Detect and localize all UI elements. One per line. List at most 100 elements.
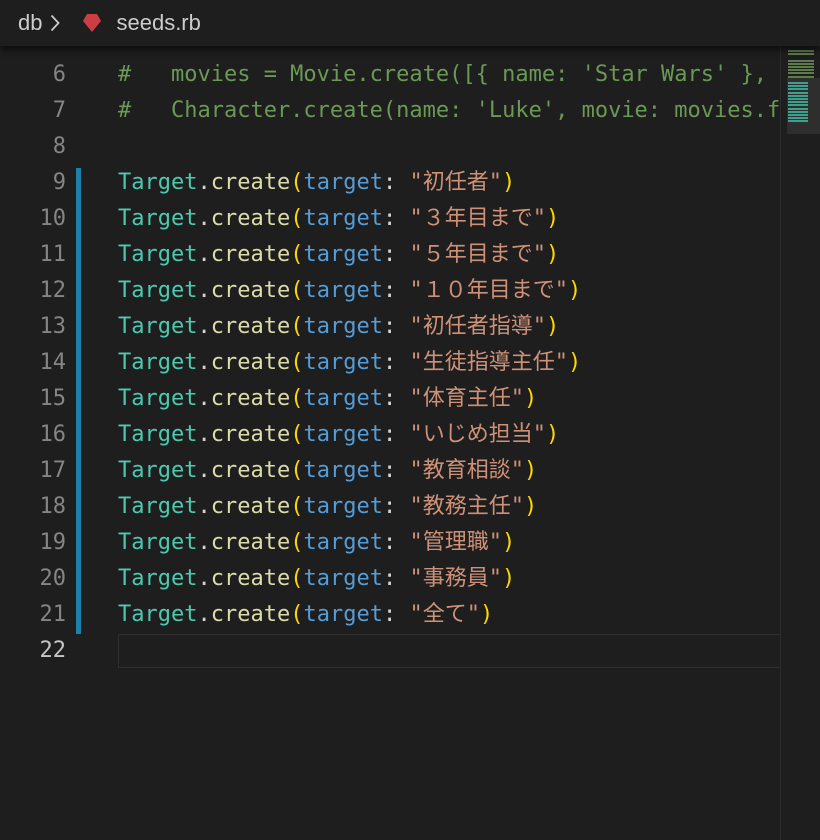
keyword-argument: target xyxy=(303,566,383,591)
line-number: 15 xyxy=(39,386,67,411)
code-line[interactable]: 6 # movies = Movie.create([{ name: 'Star … xyxy=(0,57,780,93)
breadcrumb-file-seeds-rb[interactable]: seeds.rb xyxy=(116,10,200,36)
line-number: 7 xyxy=(52,98,66,123)
class-name: Target xyxy=(118,206,198,231)
line-number: 20 xyxy=(39,566,67,591)
close-paren: ) xyxy=(501,170,516,195)
minimap-line xyxy=(788,94,808,97)
keyword-argument: target xyxy=(303,458,383,483)
method-name: create xyxy=(210,458,291,483)
comment-text: # Character.create(name: 'Luke', movie: … xyxy=(118,98,780,123)
open-paren: ( xyxy=(290,530,304,555)
current-line-highlight xyxy=(118,634,780,668)
code-line[interactable]: 14 Target.create(target: "生徒指導主任") xyxy=(0,345,780,381)
keyword-argument: target xyxy=(303,350,383,375)
string-value: "管理職" xyxy=(409,530,502,555)
code-line[interactable]: 20 Target.create(target: "事務員") xyxy=(0,561,780,597)
colon: : xyxy=(382,386,410,411)
line-number: 9 xyxy=(52,170,66,195)
dot-operator: . xyxy=(197,530,211,555)
class-name: Target xyxy=(118,314,198,339)
class-name: Target xyxy=(118,458,198,483)
code-line[interactable]: 17 Target.create(target: "教育相談") xyxy=(0,453,780,489)
class-name: Target xyxy=(118,566,198,591)
class-name: Target xyxy=(118,530,198,555)
code-text: Target.create(target: "５年目まで") xyxy=(118,237,559,273)
class-name: Target xyxy=(118,422,198,447)
method-name: create xyxy=(210,422,291,447)
minimap-line xyxy=(788,110,808,113)
code-line[interactable]: 18 Target.create(target: "教務主任") xyxy=(0,489,780,525)
dot-operator: . xyxy=(197,602,211,627)
code-line[interactable]: 16 Target.create(target: "いじめ担当") xyxy=(0,417,780,453)
colon: : xyxy=(382,566,410,591)
class-name: Target xyxy=(118,602,198,627)
colon: : xyxy=(382,530,410,555)
code-line[interactable]: 12 Target.create(target: "１０年目まで") xyxy=(0,273,780,309)
close-paren: ) xyxy=(523,458,538,483)
code-line[interactable]: 8 xyxy=(0,129,780,165)
minimap-line xyxy=(788,104,808,107)
line-number: 6 xyxy=(52,62,66,87)
open-paren: ( xyxy=(290,350,304,375)
string-value: "初任者指導" xyxy=(409,314,546,339)
string-value: "生徒指導主任" xyxy=(409,350,568,375)
breadcrumb: db seeds.rb xyxy=(0,0,820,46)
code-line[interactable]: 22 xyxy=(0,633,780,669)
keyword-argument: target xyxy=(303,242,383,267)
close-paren: ) xyxy=(545,314,560,339)
minimap-line xyxy=(788,50,814,52)
method-name: create xyxy=(210,350,291,375)
line-number: 21 xyxy=(39,602,67,627)
colon: : xyxy=(382,314,410,339)
code-line[interactable]: 21 Target.create(target: "全て") xyxy=(0,597,780,633)
breadcrumb-folder-db[interactable]: db xyxy=(18,10,42,36)
dot-operator: . xyxy=(197,494,211,519)
code-line[interactable]: 13 Target.create(target: "初任者指導") xyxy=(0,309,780,345)
code-text: Target.create(target: "生徒指導主任") xyxy=(118,345,581,381)
code-text: Target.create(target: "１０年目まで") xyxy=(118,273,581,309)
code-text: Target.create(target: "事務員") xyxy=(118,561,515,597)
minimap-line xyxy=(788,59,814,62)
method-name: create xyxy=(210,314,291,339)
close-paren: ) xyxy=(501,566,516,591)
open-paren: ( xyxy=(290,422,304,447)
method-name: create xyxy=(210,530,291,555)
class-name: Target xyxy=(118,278,198,303)
code-text: Target.create(target: "初任者") xyxy=(118,165,515,201)
minimap-line xyxy=(788,114,808,116)
code-text: # Character.create(name: 'Luke', movie: … xyxy=(118,93,780,129)
line-number: 14 xyxy=(39,350,67,375)
dot-operator: . xyxy=(197,350,211,375)
dot-operator: . xyxy=(197,566,211,591)
method-name: create xyxy=(210,566,291,591)
ruby-icon xyxy=(82,13,102,33)
code-line[interactable]: 11 Target.create(target: "５年目まで") xyxy=(0,237,780,273)
colon: : xyxy=(382,278,410,303)
line-number: 17 xyxy=(39,458,67,483)
method-name: create xyxy=(210,170,291,195)
open-paren: ( xyxy=(290,242,304,267)
code-text: Target.create(target: "管理職") xyxy=(118,525,515,561)
minimap-line xyxy=(788,98,808,100)
minimap[interactable] xyxy=(780,46,820,840)
code-editor[interactable]: 6 # movies = Movie.create([{ name: 'Star … xyxy=(0,46,780,840)
colon: : xyxy=(382,458,410,483)
line-number: 10 xyxy=(39,206,67,231)
dot-operator: . xyxy=(197,278,211,303)
minimap-line xyxy=(788,85,808,88)
minimap-line xyxy=(788,72,814,75)
code-line[interactable]: 19 Target.create(target: "管理職") xyxy=(0,525,780,561)
code-line[interactable]: 10 Target.create(target: "３年目まで") xyxy=(0,201,780,237)
code-line[interactable]: 9 Target.create(target: "初任者") xyxy=(0,165,780,201)
dot-operator: . xyxy=(197,206,211,231)
line-number: 16 xyxy=(39,422,67,447)
class-name: Target xyxy=(118,494,198,519)
open-paren: ( xyxy=(290,566,304,591)
code-line[interactable]: 7 # Character.create(name: 'Luke', movie:… xyxy=(0,93,780,129)
colon: : xyxy=(382,494,410,519)
code-line[interactable]: 15 Target.create(target: "体育主任") xyxy=(0,381,780,417)
open-paren: ( xyxy=(290,494,304,519)
keyword-argument: target xyxy=(303,602,383,627)
open-paren: ( xyxy=(290,278,304,303)
